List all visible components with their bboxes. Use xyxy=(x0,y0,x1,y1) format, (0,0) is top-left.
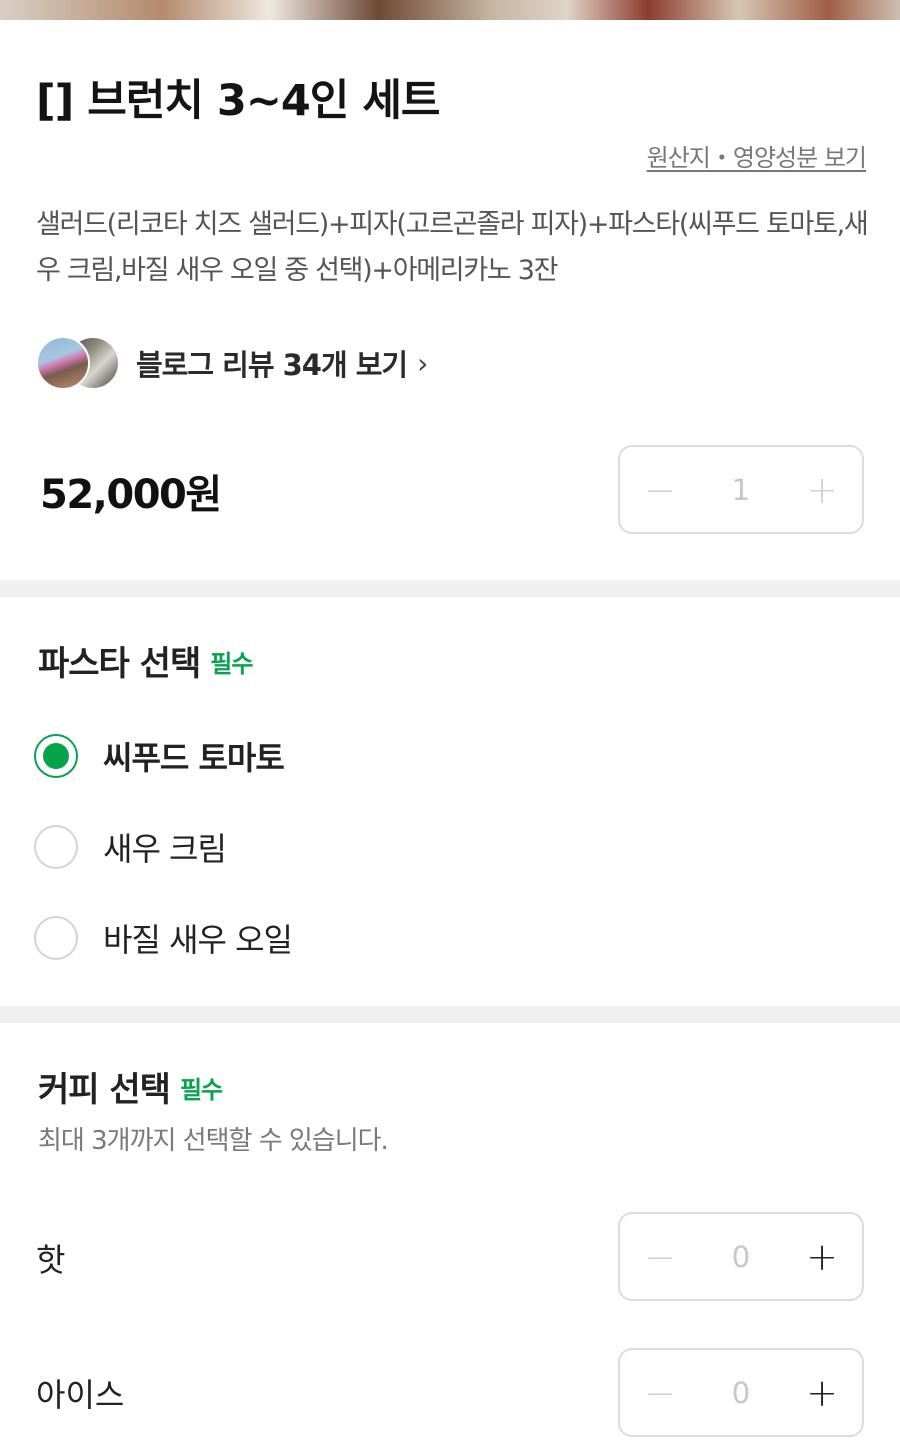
coffee-hot-stepper: − 0 + xyxy=(618,1212,864,1301)
increase-iced-button[interactable]: + xyxy=(804,1374,840,1412)
decrease-quantity-button[interactable]: − xyxy=(642,471,678,509)
origin-nutrition-link[interactable]: 원산지・영양성분 보기 xyxy=(647,138,867,173)
pasta-option-basil-shrimp-oil[interactable]: 바질 새우 오일 xyxy=(34,913,293,963)
coffee-section-title-text: 커피 선택 xyxy=(38,1070,171,1110)
required-badge: 필수 xyxy=(210,650,253,678)
review-thumbnail xyxy=(36,336,90,390)
product-hero-image xyxy=(0,0,900,20)
pasta-option-shrimp-cream[interactable]: 새우 크림 xyxy=(34,822,227,872)
product-price: 52,000원 xyxy=(40,472,222,518)
increase-quantity-button[interactable]: + xyxy=(804,471,840,509)
review-thumbnails xyxy=(36,334,122,392)
coffee-selection-hint: 최대 3개까지 선택할 수 있습니다. xyxy=(38,1126,389,1156)
section-divider xyxy=(0,1006,900,1023)
pasta-section-title: 파스타 선택 필수 xyxy=(38,636,253,685)
decrease-iced-button[interactable]: − xyxy=(642,1374,678,1412)
required-badge: 필수 xyxy=(179,1076,223,1104)
iced-quantity-value: 0 xyxy=(731,1375,751,1410)
pasta-option-label: 바질 새우 오일 xyxy=(103,921,293,959)
product-description: 샐러드(리코타 치즈 샐러드)+피자(고르곤졸라 피자)+파스타(씨푸드 토마토… xyxy=(36,209,869,286)
coffee-section-title: 커피 선택 필수 xyxy=(38,1062,223,1111)
quantity-value: 1 xyxy=(731,472,751,507)
increase-hot-button[interactable]: + xyxy=(804,1238,840,1276)
chevron-right-icon: › xyxy=(417,346,429,380)
coffee-hot-label: 핫 xyxy=(36,1241,66,1279)
product-title: [] 브런치 3~4인 세트 xyxy=(36,76,440,126)
decrease-hot-button[interactable]: − xyxy=(642,1238,678,1276)
section-divider xyxy=(0,580,900,597)
blog-review-link[interactable]: 블로그 리뷰 34개 보기 › xyxy=(36,334,428,392)
radio-checked-icon[interactable] xyxy=(34,734,78,778)
pasta-option-label: 새우 크림 xyxy=(103,830,227,868)
pasta-option-seafood-tomato[interactable]: 씨푸드 토마토 xyxy=(34,731,285,781)
hot-quantity-value: 0 xyxy=(731,1239,751,1274)
quantity-stepper: − 1 + xyxy=(618,445,864,534)
pasta-option-label: 씨푸드 토마토 xyxy=(103,739,285,777)
radio-unchecked-icon[interactable] xyxy=(34,825,78,869)
coffee-iced-label: 아이스 xyxy=(36,1376,125,1414)
pasta-section-title-text: 파스타 선택 xyxy=(38,644,201,684)
blog-review-label: 블로그 리뷰 34개 보기 xyxy=(136,348,408,382)
coffee-iced-stepper: − 0 + xyxy=(618,1348,864,1437)
radio-unchecked-icon[interactable] xyxy=(34,916,78,960)
